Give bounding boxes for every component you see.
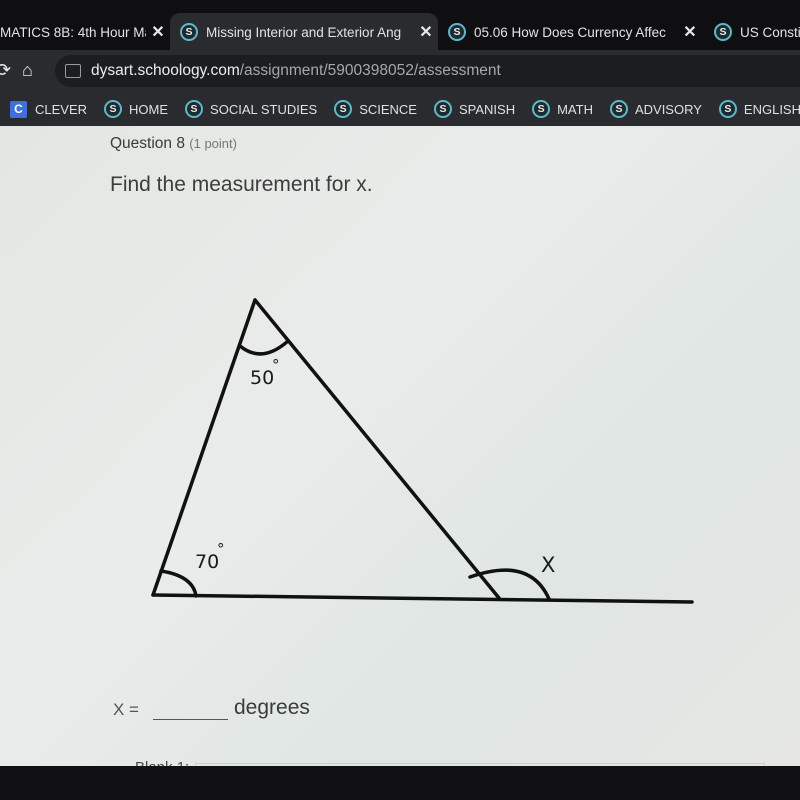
tab-us-constitution[interactable]: S US Constit <box>704 13 800 51</box>
top-angle-arc <box>238 339 290 356</box>
bookmark-spanish[interactable]: S SPANISH <box>433 100 516 118</box>
tab-title: US Constit <box>740 24 800 40</box>
bookmark-english[interactable]: S ENGLISH <box>718 100 800 118</box>
exterior-angle-label: X <box>541 553 555 577</box>
triangle-right-side <box>253 298 501 600</box>
exterior-angle-arc <box>468 568 551 601</box>
bookmark-social-studies[interactable]: S SOCIAL STUDIES <box>185 100 317 118</box>
top-angle-value: 50 <box>250 367 274 389</box>
schoology-icon: S <box>334 100 353 118</box>
close-tab-icon[interactable]: ✕ <box>414 22 438 42</box>
bookmark-label: SPANISH <box>458 101 516 117</box>
bookmark-label: HOME <box>129 101 169 117</box>
url-path: /assignment/5900398052/assessment <box>239 62 501 79</box>
tab-title: MATICS 8B: 4th Hour Ma <box>0 24 146 40</box>
schoology-icon: S <box>532 100 551 118</box>
bookmark-label: ENGLISH <box>743 101 800 117</box>
close-tab-icon[interactable]: ✕ <box>146 22 170 42</box>
home-icon[interactable]: ⌂ <box>22 60 33 81</box>
bottom-left-angle-arc <box>159 569 198 598</box>
address-bar[interactable]: dysart.schoology.com /assignment/5900398… <box>55 55 800 87</box>
schoology-icon: S <box>609 100 628 118</box>
bookmark-label: ADVISORY <box>634 101 702 117</box>
schoology-icon: S <box>433 100 452 118</box>
answer-prefix: X = <box>113 700 139 719</box>
close-tab-icon[interactable]: ✕ <box>678 22 702 42</box>
bookmark-clever[interactable]: C CLEVER <box>10 100 88 118</box>
tab-bar: MATICS 8B: 4th Hour Ma ✕ S Missing Inter… <box>0 0 800 51</box>
bookmarks-bar: C CLEVER S HOME S SOCIAL STUDIES S SCIEN… <box>0 92 800 126</box>
base-extended-line <box>151 593 694 604</box>
schoology-icon: S <box>104 100 123 118</box>
bookmark-label: SCIENCE <box>359 101 417 117</box>
clever-icon: C <box>10 100 27 118</box>
bottom-left-angle-degree: ° <box>217 540 225 558</box>
answer-suffix: degrees <box>234 696 310 719</box>
bookmark-advisory[interactable]: S ADVISORY <box>609 100 702 118</box>
tab-title: Missing Interior and Exterior Ang <box>206 24 402 40</box>
bookmark-label: SOCIAL STUDIES <box>210 101 318 117</box>
answer-blank <box>153 698 228 720</box>
schoology-icon: S <box>448 23 466 41</box>
tab-mathematics[interactable]: MATICS 8B: 4th Hour Ma ✕ <box>0 13 170 51</box>
schoology-icon: S <box>714 23 732 41</box>
tab-currency[interactable]: S 05.06 How Does Currency Affec ✕ <box>438 13 702 51</box>
reload-icon[interactable]: ⟳ <box>0 60 11 81</box>
bottom-left-angle-value: 70 <box>195 551 219 573</box>
schoology-icon: S <box>185 100 204 118</box>
site-info-icon[interactable] <box>65 64 81 78</box>
schoology-icon: S <box>718 100 737 118</box>
screen-bezel <box>0 766 800 800</box>
schoology-icon: S <box>180 23 198 41</box>
triangle-diagram: 50 ° 70 ° X <box>151 298 694 604</box>
top-angle-degree: ° <box>272 356 280 374</box>
assessment-page: Question 8 (1 point) Find the measuremen… <box>0 126 800 800</box>
bookmark-math[interactable]: S MATH <box>532 100 593 118</box>
bookmark-label: MATH <box>557 101 593 117</box>
url-host: dysart.schoology.com <box>91 62 240 79</box>
answer-row: X = degrees <box>113 696 310 720</box>
bookmark-science[interactable]: S SCIENCE <box>334 100 417 118</box>
tab-missing-angles[interactable]: S Missing Interior and Exterior Ang ✕ <box>170 13 438 51</box>
tab-title: 05.06 How Does Currency Affec <box>474 24 666 40</box>
bookmark-label: CLEVER <box>35 101 88 117</box>
browser-toolbar: ⟳ ⌂ dysart.schoology.com /assignment/590… <box>0 50 800 92</box>
bookmark-home[interactable]: S HOME <box>104 100 168 118</box>
